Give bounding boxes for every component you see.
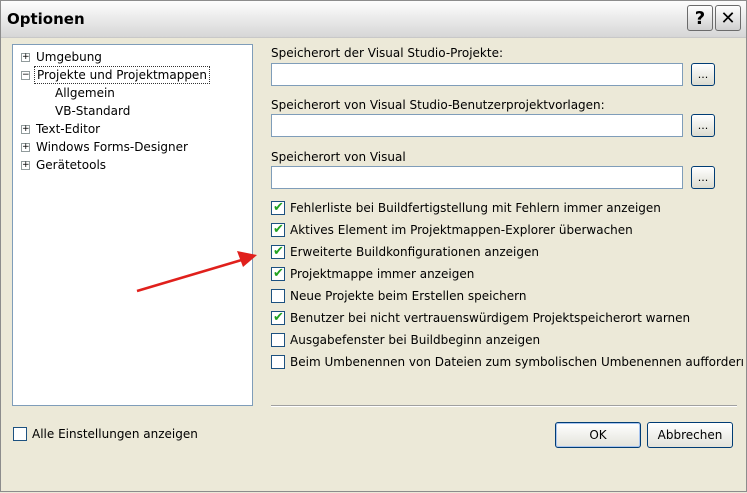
options-dialog: Optionen ? ✕ + Umgebung − Projekte und P…: [0, 0, 747, 492]
annotation-arrow-icon: [136, 251, 257, 293]
